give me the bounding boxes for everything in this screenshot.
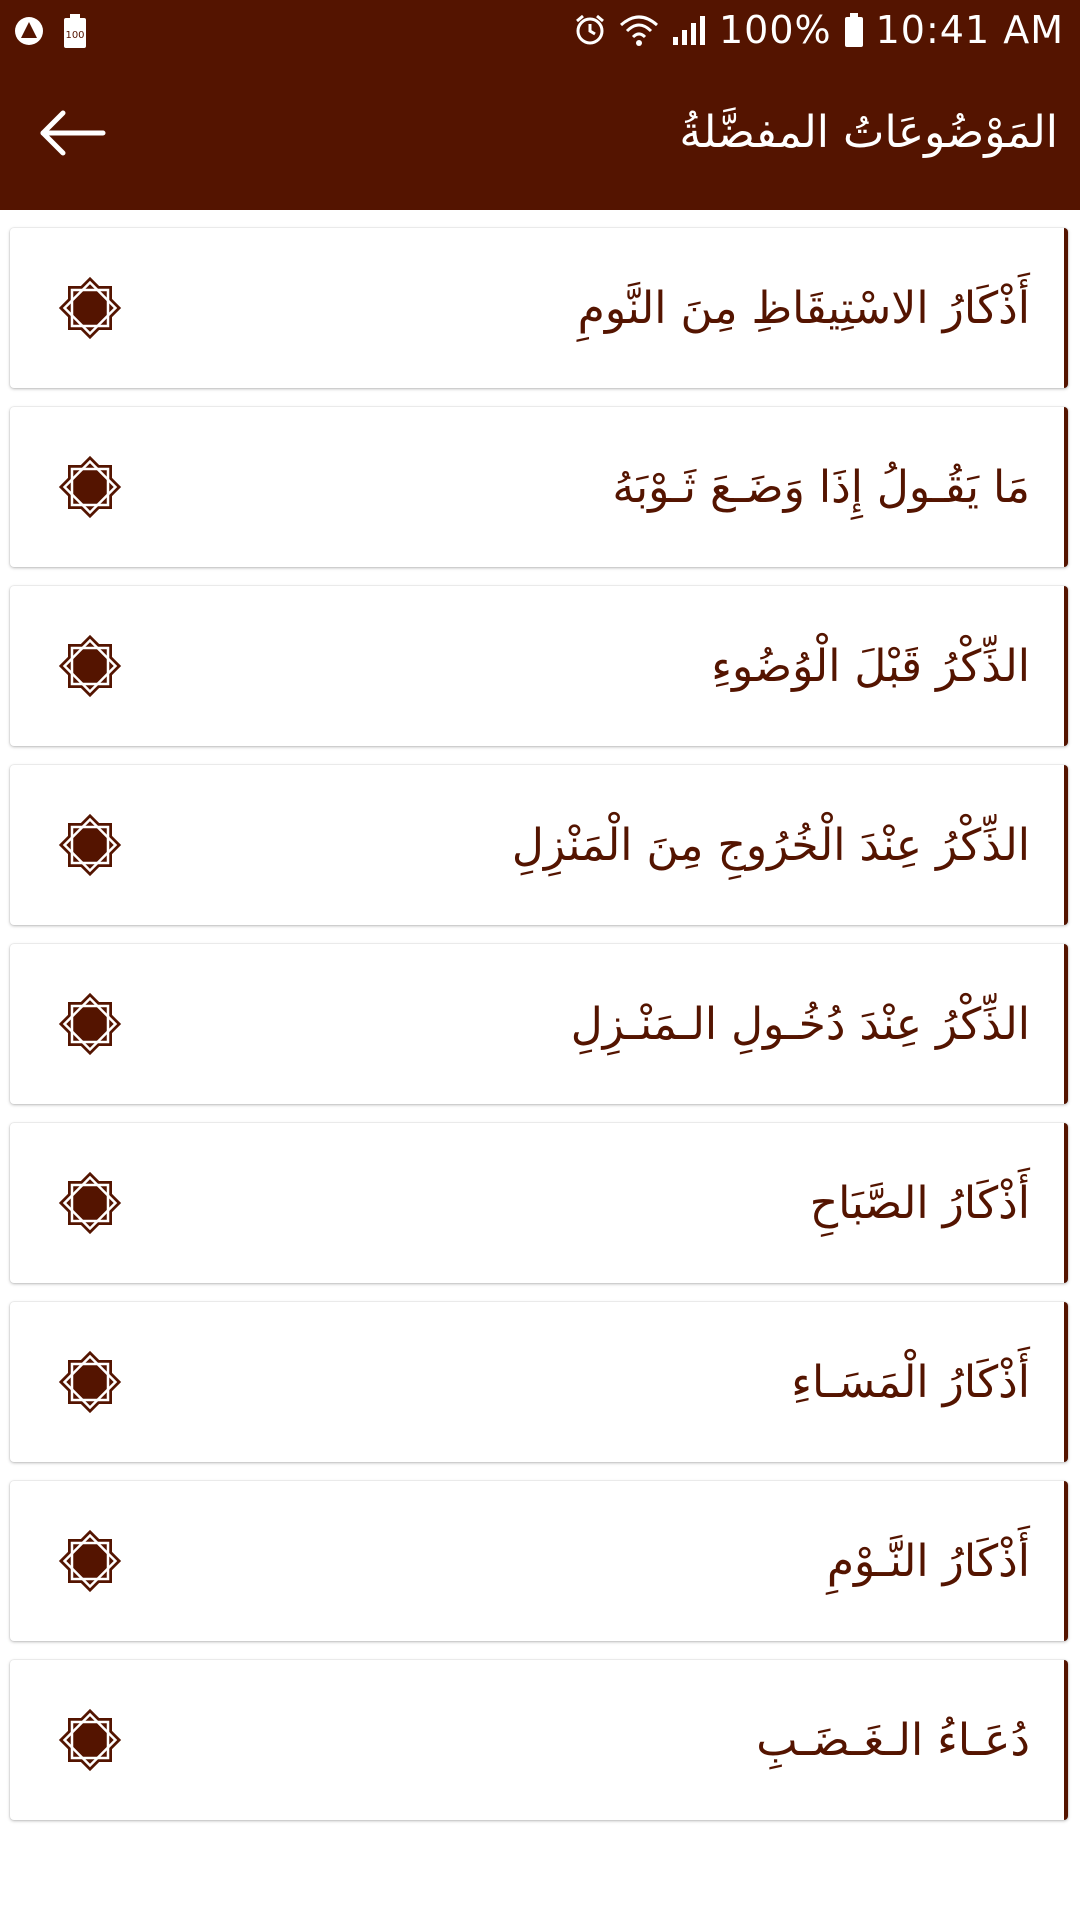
list-item[interactable]: أَذْكَارُ الصَّبَاحِ	[10, 1123, 1068, 1283]
wifi-icon	[619, 15, 658, 46]
battery-percent: 100%	[718, 8, 832, 52]
eight-point-star-icon	[58, 634, 122, 698]
battery-100-icon: 100	[64, 14, 86, 48]
list-item[interactable]: دُعَـاءُ الـغَـضَـبِ	[10, 1660, 1068, 1820]
list-item-label: الذِّكْرُ قَبْلَ الْوُضُوءِ	[711, 640, 1030, 692]
list-item-label: أَذْكَارُ النَّـوْمِ	[826, 1535, 1030, 1587]
app-notification-icon	[15, 17, 43, 45]
eight-point-star-icon	[58, 1708, 122, 1772]
svg-text:100: 100	[65, 30, 84, 41]
list-item-label: أَذْكَارُ الاسْتِيقَاظِ مِنَ النَّومِ	[577, 282, 1030, 334]
list-item[interactable]: أَذْكَارُ الاسْتِيقَاظِ مِنَ النَّومِ	[10, 228, 1068, 388]
alarm-icon	[576, 14, 604, 45]
list-item-label: دُعَـاءُ الـغَـضَـبِ	[756, 1714, 1030, 1766]
eight-point-star-icon	[58, 1171, 122, 1235]
arrow-left-icon	[40, 110, 106, 156]
back-button[interactable]	[30, 98, 114, 168]
battery-icon	[844, 13, 863, 47]
clock: 10:41 AM	[875, 8, 1064, 52]
list-item[interactable]: الذِّكْرُ عِنْدَ دُخُـولِ الـمَنْـزِلِ	[10, 944, 1068, 1104]
favorites-list: أَذْكَارُ الاسْتِيقَاظِ مِنَ النَّومِ مَ…	[10, 228, 1068, 1839]
list-item-label: أَذْكَارُ الصَّبَاحِ	[809, 1177, 1030, 1229]
list-item[interactable]: الذِّكْرُ عِنْدَ الْخُرُوجِ مِنَ الْمَنْ…	[10, 765, 1068, 925]
eight-point-star-icon	[58, 813, 122, 877]
list-item-label: الذِّكْرُ عِنْدَ دُخُـولِ الـمَنْـزِلِ	[570, 998, 1030, 1050]
eight-point-star-icon	[58, 1529, 122, 1593]
app-bar: المَوْضُوعَاتُ المفضَّلةُ	[0, 64, 1080, 210]
list-item[interactable]: الذِّكْرُ قَبْلَ الْوُضُوءِ	[10, 586, 1068, 746]
page-title: المَوْضُوعَاتُ المفضَّلةُ	[679, 107, 1058, 158]
eight-point-star-icon	[58, 1350, 122, 1414]
eight-point-star-icon	[58, 992, 122, 1056]
eight-point-star-icon	[58, 276, 122, 340]
list-item-label: الذِّكْرُ عِنْدَ الْخُرُوجِ مِنَ الْمَنْ…	[511, 819, 1030, 871]
list-item[interactable]: مَا يَقُـولُ إِذَا وَضَـعَ ثَـوْبَهُ	[10, 407, 1068, 567]
status-bar: 100 100% 10:41 AM	[0, 0, 1080, 64]
list-item-label: مَا يَقُـولُ إِذَا وَضَـعَ ثَـوْبَهُ	[612, 461, 1030, 513]
status-right: 100% 10:41 AM	[573, 8, 1064, 52]
status-left-icons: 100	[14, 14, 88, 48]
list-item[interactable]: أَذْكَارُ النَّـوْمِ	[10, 1481, 1068, 1641]
list-item-label: أَذْكَارُ الْمَسَـاءِ	[791, 1356, 1030, 1408]
signal-icon	[672, 16, 705, 45]
eight-point-star-icon	[58, 455, 122, 519]
list-item[interactable]: أَذْكَارُ الْمَسَـاءِ	[10, 1302, 1068, 1462]
